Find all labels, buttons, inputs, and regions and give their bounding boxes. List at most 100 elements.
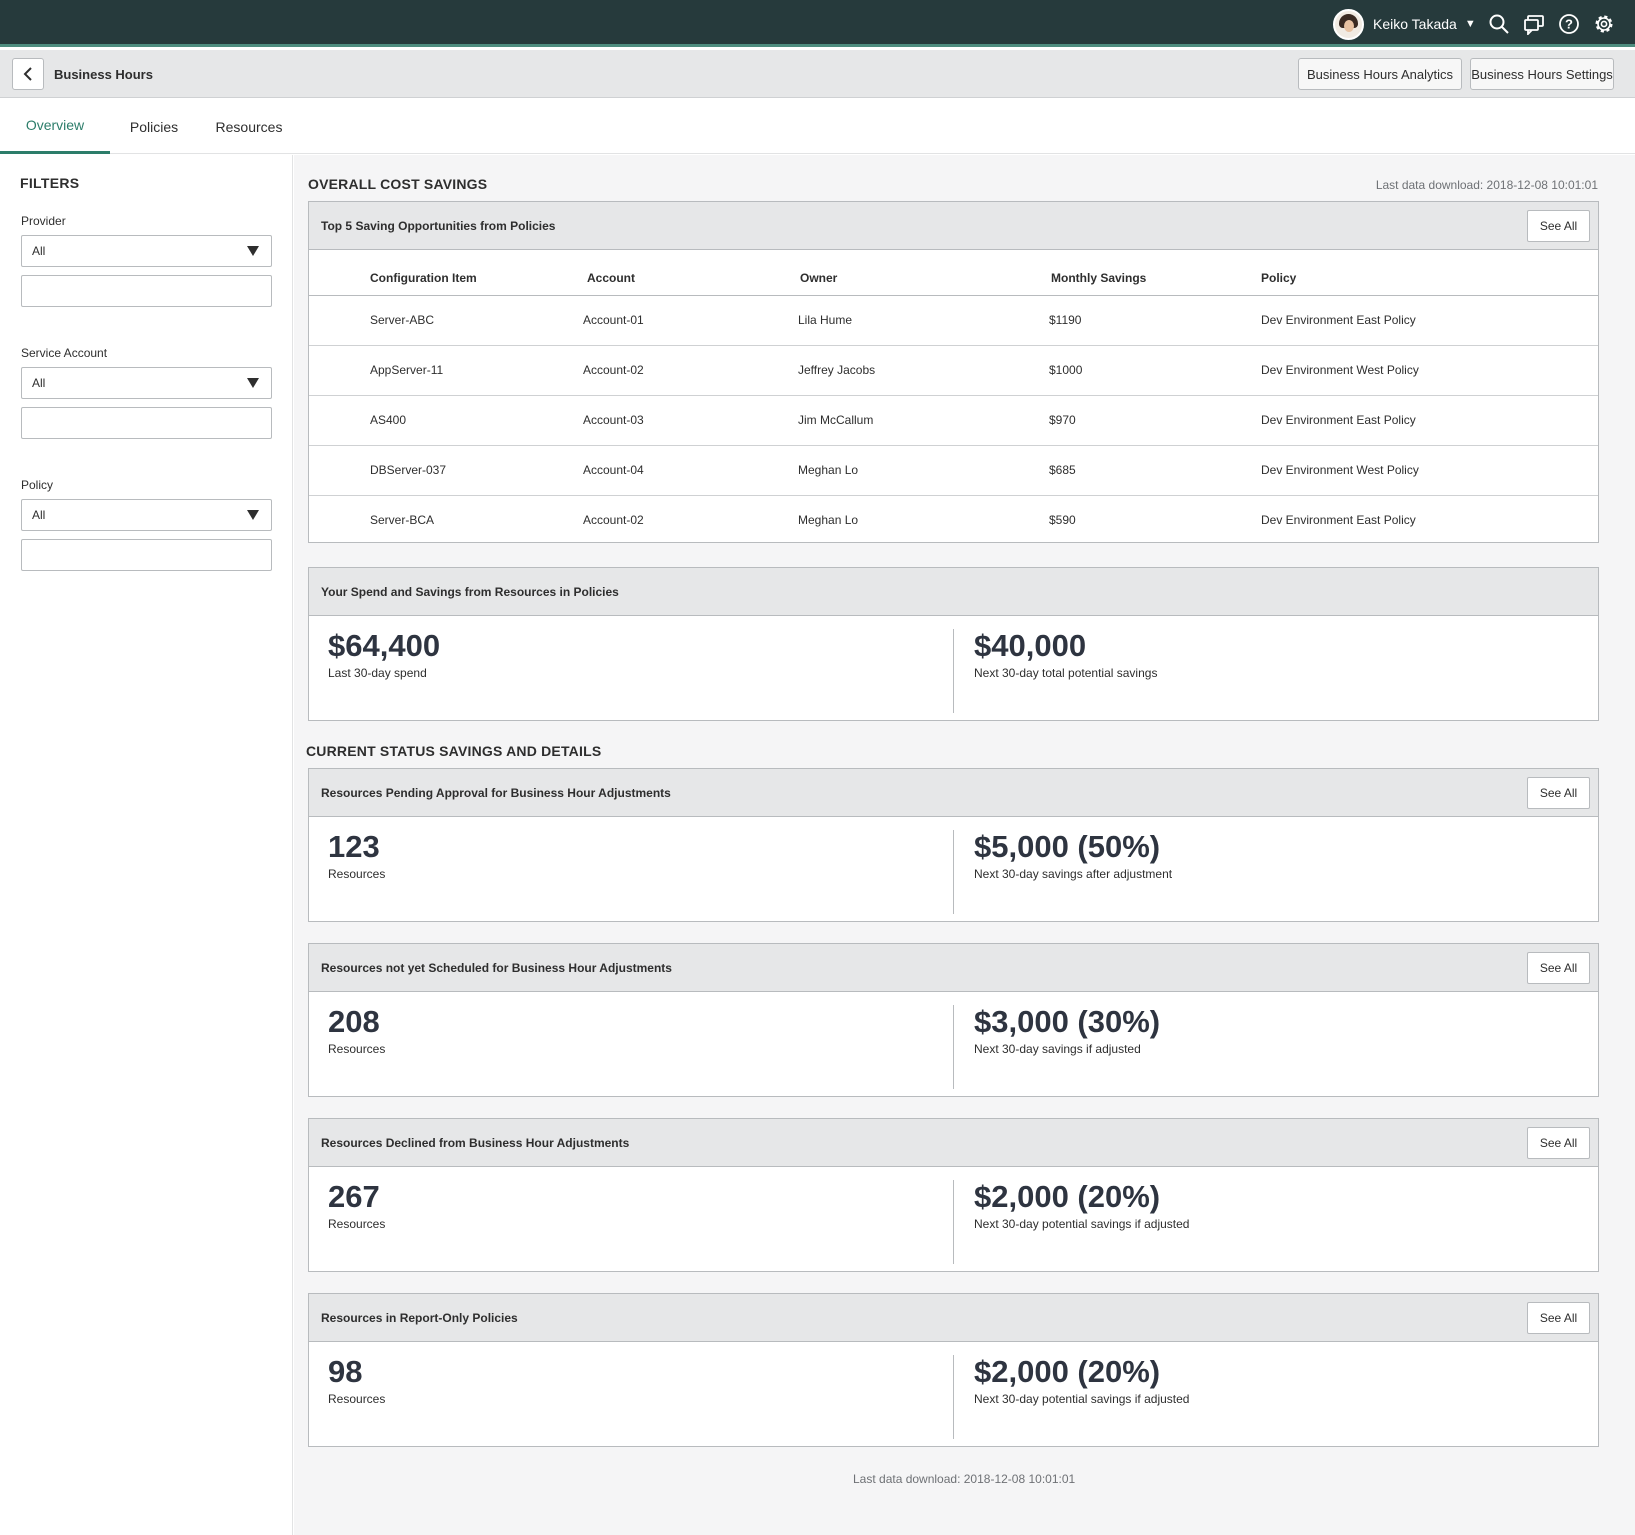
resource-count-metric: 267 Resources (328, 1179, 385, 1231)
top-navigation-bar: Keiko Takada ▼ ? (0, 0, 1635, 47)
cell-monthly-savings: $970 (1049, 395, 1261, 446)
see-all-button[interactable]: See All (1527, 210, 1590, 242)
metric-row: 123 Resources $5,000 (50%) Next 30-day s… (309, 817, 1598, 921)
top-saving-opportunities-card: Top 5 Saving Opportunities from Policies… (308, 201, 1599, 543)
cell-configuration-item: AS400 (370, 395, 583, 446)
back-button[interactable] (12, 58, 44, 90)
overall-cost-savings-title: OVERALL COST SAVINGS (308, 176, 488, 192)
savings-metric: $5,000 (50%) Next 30-day savings after a… (974, 829, 1172, 881)
cell-monthly-savings: $685 (1049, 445, 1261, 496)
cell-account: Account-02 (583, 345, 798, 396)
chevron-left-icon (23, 67, 32, 81)
cell-owner: Jim McCallum (798, 395, 1049, 446)
cell-configuration-item: Server-ABC (370, 295, 583, 346)
card-title: Your Spend and Savings from Resources in… (321, 585, 619, 599)
caret-down-icon: ▼ (1464, 18, 1476, 30)
spend-label: Last 30-day spend (328, 666, 427, 680)
table-row[interactable]: AppServer-11 Account-02 Jeffrey Jacobs $… (309, 345, 1598, 396)
cell-monthly-savings: $590 (1049, 513, 1076, 528)
table-row[interactable]: Server-BCA Account-02 Meghan Lo $590 Dev… (309, 495, 1598, 545)
page-title: Business Hours (54, 67, 153, 82)
divider (953, 629, 954, 713)
cell-policy: Dev Environment East Policy (1261, 513, 1416, 528)
cell-owner: Lila Hume (798, 295, 1049, 346)
divider (953, 1355, 954, 1439)
savings-metric: $2,000 (20%) Next 30-day potential savin… (974, 1354, 1189, 1406)
tab-overview[interactable]: Overview (0, 99, 110, 154)
footer-last-download: Last data download: 2018-12-08 10:01:01 (853, 1472, 1076, 1486)
tab-policies[interactable]: Policies (120, 99, 188, 154)
cell-owner: Jeffrey Jacobs (798, 345, 1049, 396)
savings-value: $2,000 (20%) (974, 1179, 1161, 1214)
table-header-row: Configuration Item Account Owner Monthly… (309, 250, 1598, 296)
provider-select[interactable]: All (21, 235, 272, 267)
column-header: Monthly Savings (1049, 250, 1261, 296)
policy-select[interactable]: All (21, 499, 272, 531)
see-all-button[interactable]: See All (1527, 952, 1590, 984)
cell-configuration-item: Server-BCA (370, 513, 435, 528)
card-header: Resources not yet Scheduled for Business… (309, 944, 1598, 992)
page-header: Business Hours Business Hours Analytics … (0, 50, 1635, 98)
metric-row: 98 Resources $2,000 (20%) Next 30-day po… (309, 1342, 1598, 1446)
cell-owner: Meghan Lo (798, 513, 859, 528)
dropdown-arrow-icon (247, 510, 259, 520)
card-title: Resources Pending Approval for Business … (321, 786, 671, 800)
help-icon[interactable]: ? (1557, 12, 1581, 36)
gear-icon[interactable] (1592, 12, 1616, 36)
savings-label: Next 30-day savings if adjusted (974, 1042, 1141, 1056)
savings-value: $2,000 (20%) (974, 1354, 1161, 1389)
card-header: Resources in Report-Only Policies See Al… (309, 1294, 1598, 1342)
resource-count-label: Resources (328, 1392, 386, 1406)
savings-value: $40,000 (974, 628, 1087, 663)
table-row[interactable]: Server-ABC Account-01 Lila Hume $1190 De… (309, 295, 1598, 346)
savings-label: Next 30-day savings after adjustment (974, 867, 1173, 881)
resource-count-metric: 98 Resources (328, 1354, 385, 1406)
see-all-button[interactable]: See All (1527, 1127, 1590, 1159)
row-spacer (309, 295, 370, 346)
cell-policy: Dev Environment West Policy (1261, 345, 1598, 396)
business-hours-settings-button[interactable]: Business Hours Settings (1470, 58, 1614, 90)
resource-count-metric: 208 Resources (328, 1004, 385, 1056)
spend-and-savings-card: Your Spend and Savings from Resources in… (308, 567, 1599, 721)
report-only-card: Resources in Report-Only Policies See Al… (308, 1293, 1599, 1447)
tab-bar: Overview Policies Resources (0, 99, 1635, 154)
svg-text:?: ? (1565, 17, 1573, 32)
cell-account: Account-02 (583, 513, 644, 528)
service-account-search-input[interactable] (21, 407, 272, 439)
card-header: Your Spend and Savings from Resources in… (309, 568, 1598, 616)
business-hours-analytics-button[interactable]: Business Hours Analytics (1298, 58, 1462, 90)
cell-owner: Meghan Lo (798, 445, 1049, 496)
policy-label: Policy (21, 478, 54, 492)
savings-label: Next 30-day potential savings if adjuste… (974, 1392, 1190, 1406)
card-header: Resources Pending Approval for Business … (309, 769, 1598, 817)
card-title: Resources in Report-Only Policies (321, 1311, 518, 1325)
cell-monthly-savings: $1190 (1049, 295, 1261, 346)
chat-icon[interactable] (1522, 12, 1546, 36)
provider-search-input[interactable] (21, 275, 272, 307)
spend-value: $64,400 (328, 628, 441, 663)
cell-policy: Dev Environment East Policy (1261, 395, 1598, 446)
service-account-label: Service Account (21, 346, 108, 360)
see-all-button[interactable]: See All (1527, 777, 1590, 809)
user-menu[interactable]: Keiko Takada ▼ (1333, 8, 1476, 40)
table-row[interactable]: AS400 Account-03 Jim McCallum $970 Dev E… (309, 395, 1598, 446)
resource-count: 123 (328, 829, 380, 864)
tab-resources[interactable]: Resources (210, 99, 288, 154)
policy-search-input[interactable] (21, 539, 272, 571)
search-icon[interactable] (1487, 12, 1511, 36)
divider (953, 1005, 954, 1089)
resource-count: 208 (328, 1004, 380, 1039)
table-row[interactable]: DBServer-037 Account-04 Meghan Lo $685 D… (309, 445, 1598, 496)
service-account-select[interactable]: All (21, 367, 272, 399)
savings-label: Next 30-day potential savings if adjuste… (974, 1217, 1190, 1231)
filters-title: FILTERS (20, 175, 80, 191)
row-spacer (309, 445, 370, 496)
see-all-button[interactable]: See All (1527, 1302, 1590, 1334)
metric-row: 208 Resources $3,000 (30%) Next 30-day s… (309, 992, 1598, 1096)
provider-label: Provider (21, 214, 66, 228)
savings-value: $5,000 (50%) (974, 829, 1161, 864)
savings-metric: $3,000 (30%) Next 30-day savings if adju… (974, 1004, 1160, 1056)
card-header: Resources Declined from Business Hour Ad… (309, 1119, 1598, 1167)
main-content: OVERALL COST SAVINGS Last data download:… (294, 155, 1635, 1535)
resource-count-label: Resources (328, 867, 386, 881)
